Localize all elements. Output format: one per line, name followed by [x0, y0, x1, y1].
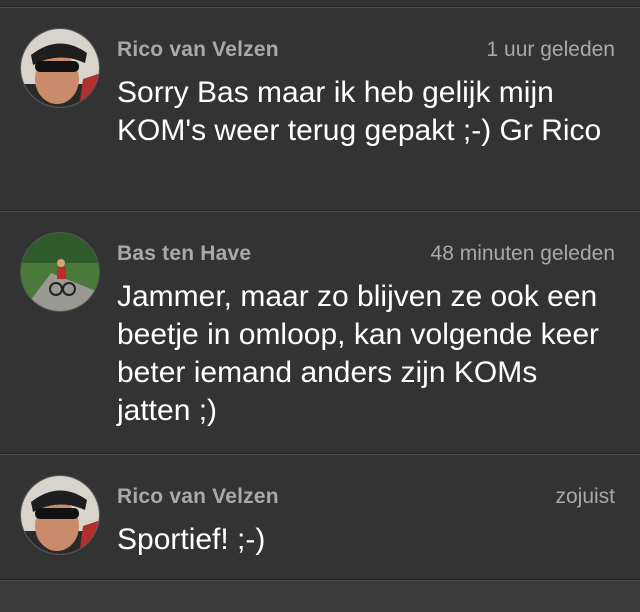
cyclist-road-avatar-icon — [21, 233, 99, 311]
comment-time: 48 minuten geleden — [430, 242, 615, 265]
comment-time: zojuist — [555, 485, 615, 508]
comment-author[interactable]: Bas ten Have — [117, 242, 251, 266]
comment-item: Rico van Velzen zojuist Sportief! ;-) — [0, 454, 640, 580]
comment-text: Sorry Bas maar ik heb gelijk mijn KOM's … — [117, 76, 602, 147]
comment-text: Sportief! ;-) — [117, 523, 266, 556]
comment-author[interactable]: Rico van Velzen — [117, 38, 279, 62]
comment-item: Rico van Velzen 1 uur geleden Sorry Bas … — [0, 7, 640, 211]
avatar[interactable] — [20, 475, 100, 555]
cyclist-helmet-avatar-icon — [21, 476, 99, 554]
avatar[interactable] — [20, 232, 100, 312]
comment-item: Bas ten Have 48 minuten geleden Jammer, … — [0, 211, 640, 454]
cyclist-helmet-avatar-icon — [21, 29, 99, 107]
comment-text: Jammer, maar zo blijven ze ook een beetj… — [117, 280, 599, 427]
avatar[interactable] — [20, 28, 100, 108]
comment-author[interactable]: Rico van Velzen — [117, 485, 279, 509]
bottom-area — [0, 580, 640, 612]
comment-time: 1 uur geleden — [486, 38, 615, 61]
top-divider — [0, 0, 640, 7]
